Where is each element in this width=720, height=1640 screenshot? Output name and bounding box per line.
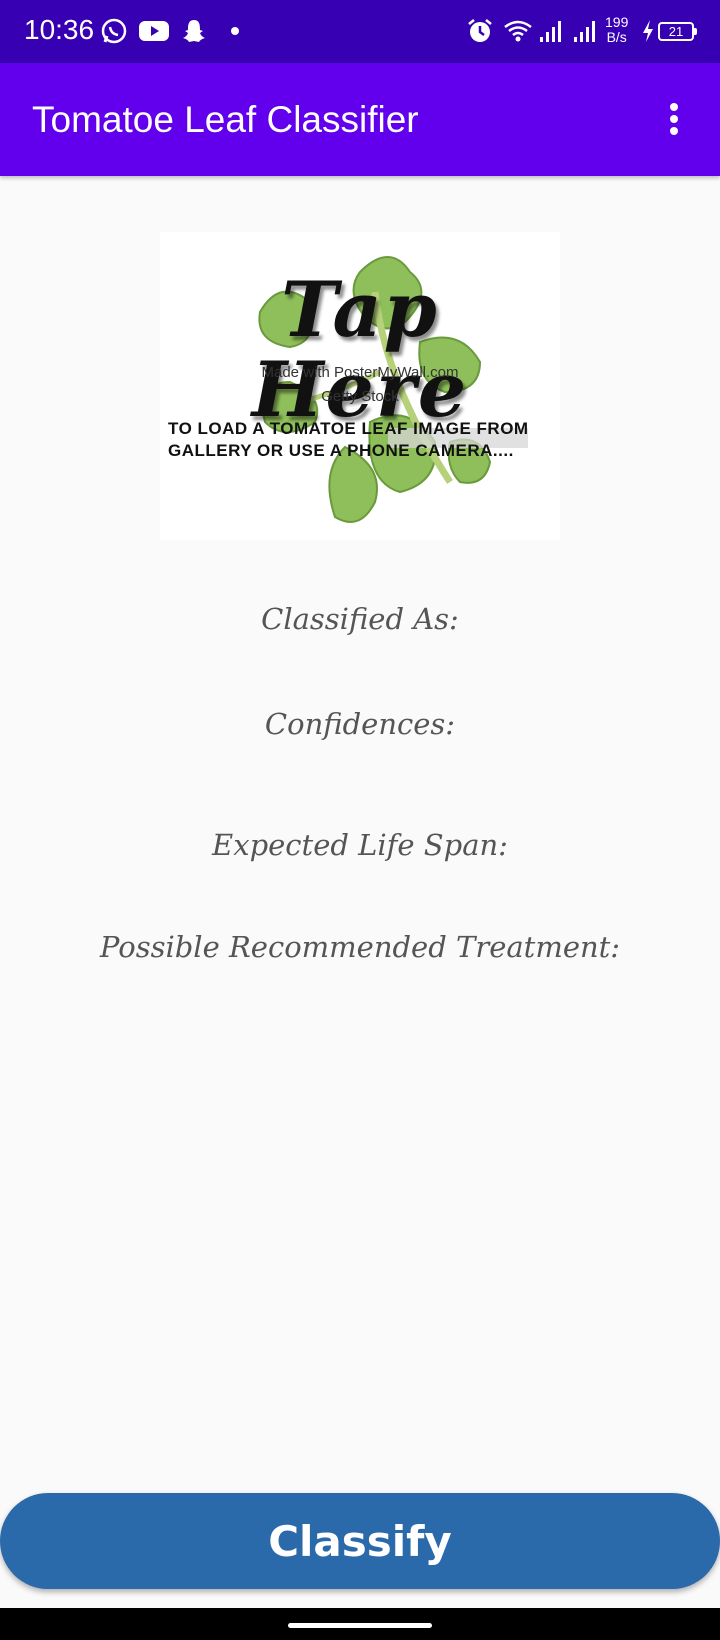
- watermark-text: Made with PosterMyWall.com: [261, 364, 459, 381]
- net-speed-unit: B/s: [606, 29, 627, 45]
- classified-as-label: Classified As:: [261, 602, 459, 636]
- tap-instructions: TO LOAD A TOMATOE LEAF IMAGE FROM GALLER…: [168, 418, 560, 462]
- watermark-credit: Getty Stock: [321, 388, 399, 405]
- tap-here-headline: Tap Here: [251, 265, 469, 434]
- navigation-bar: [0, 1608, 720, 1640]
- menu-dot: [670, 103, 678, 111]
- signal-icon: [538, 16, 566, 46]
- net-speed-value: 199: [605, 14, 629, 30]
- app-title: Tomatoe Leaf Classifier: [32, 99, 419, 140]
- charging-icon: [640, 16, 656, 46]
- signal-icon-2: [572, 16, 600, 46]
- recommended-treatment-label: Possible Recommended Treatment:: [99, 930, 621, 964]
- expected-life-span-label: Expected Life Span:: [212, 828, 508, 862]
- net-speed: 199 B/s: [605, 15, 628, 45]
- menu-dot: [670, 115, 678, 123]
- battery-indicator: 21: [658, 22, 697, 41]
- caption-line: TO LOAD A TOMATOE LEAF IMAGE FROM: [168, 419, 529, 438]
- more-vert-icon[interactable]: [660, 99, 688, 139]
- snapchat-icon: [180, 16, 208, 46]
- notification-dot-icon: [230, 16, 240, 46]
- classify-button[interactable]: Classify: [0, 1493, 720, 1589]
- menu-dot: [670, 127, 678, 135]
- status-bar: 10:36 199 B/s 21: [0, 0, 720, 63]
- whatsapp-icon: [100, 16, 128, 46]
- wifi-icon: [503, 16, 533, 46]
- caption-line: GALLERY OR USE A PHONE CAMERA....: [168, 441, 514, 460]
- app-bar: Tomatoe Leaf Classifier: [0, 63, 720, 176]
- alarm-icon: [466, 16, 494, 46]
- home-gesture-handle[interactable]: [288, 1623, 432, 1628]
- confidences-label: Confidences:: [264, 707, 456, 741]
- status-time: 10:36: [24, 14, 95, 45]
- leaf-image-picker[interactable]: Tap Here Made with PosterMyWall.com Gett…: [160, 232, 560, 540]
- youtube-icon: [138, 16, 170, 46]
